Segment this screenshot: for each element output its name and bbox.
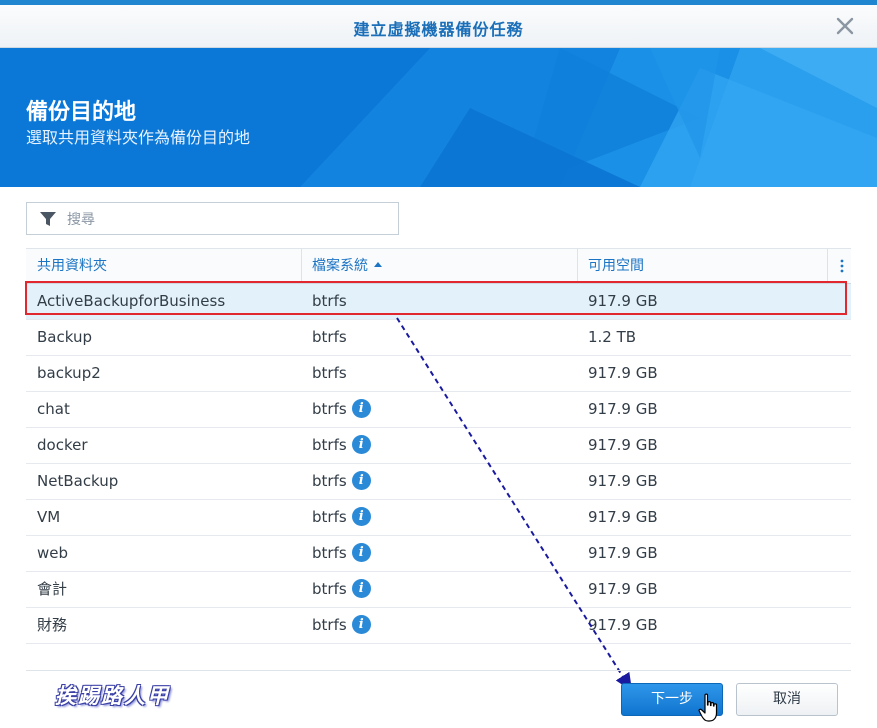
column-menu-icon[interactable] [837,259,847,273]
cell-file-system: btrfs i [301,392,577,427]
cell-free-space: 917.9 GB [588,292,658,310]
file-system-label: btrfs [312,472,347,490]
table-row[interactable]: NetBackup btrfs i 917.9 GB [26,464,851,500]
cell-free-space: 917.9 GB [588,616,658,634]
info-icon[interactable]: i [351,507,371,526]
banner-title: 備份目的地 [26,100,137,125]
info-icon[interactable]: i [351,435,371,454]
cell-file-system: btrfs i [301,500,577,535]
info-icon[interactable]: i [351,543,371,562]
cancel-button[interactable]: 取消 [736,683,838,716]
cell-free-space: 917.9 GB [588,580,658,598]
cell-file-system: btrfs i [301,572,577,607]
banner-subtitle: 選取共用資料夾作為備份目的地 [26,128,251,147]
table-row[interactable]: chat btrfs i 917.9 GB [26,392,851,428]
search-input[interactable] [65,208,389,232]
cell-shared-folder-name: VM [37,508,61,526]
cell-file-system: btrfs [301,356,577,391]
cell-shared-folder-name: backup2 [37,364,101,382]
column-header-label: 可用空間 [588,258,644,274]
filter-icon [40,212,56,226]
cell-free-space: 917.9 GB [588,364,658,382]
table-row[interactable]: web btrfs i 917.9 GB [26,536,851,572]
file-system-label: btrfs [312,436,347,454]
shared-folder-table: 共用資料夾 檔案系統 可用空間 ActiveBackupforBusiness b… [26,248,851,644]
sort-ascending-icon [374,261,382,267]
table-row[interactable]: 會計 btrfs i 917.9 GB [26,572,851,608]
table-row[interactable]: ActiveBackupforBusiness btrfs 917.9 GB [26,284,851,320]
table-row[interactable]: 財務 btrfs i 917.9 GB [26,608,851,644]
table-row[interactable]: docker btrfs i 917.9 GB [26,428,851,464]
column-header-file-system[interactable]: 檔案系統 [301,249,577,283]
file-system-label: btrfs [312,364,347,382]
header-banner: 備份目的地 選取共用資料夾作為備份目的地 [0,48,877,187]
file-system-label: btrfs [312,400,347,418]
close-icon[interactable] [835,16,855,36]
table-row[interactable]: Backup btrfs 1.2 TB [26,320,851,356]
file-system-label: btrfs [312,508,347,526]
table-row[interactable]: backup2 btrfs 917.9 GB [26,356,851,392]
cell-shared-folder-name: 財務 [37,616,68,634]
cell-shared-folder-name: 會計 [37,580,68,598]
column-divider[interactable] [827,249,828,283]
table-header: 共用資料夾 檔案系統 可用空間 [26,248,851,284]
window-title: 建立虛擬機器備份任務 [353,20,524,39]
info-icon[interactable]: i [351,615,371,634]
cell-file-system: btrfs i [301,608,577,643]
file-system-label: btrfs [312,292,347,310]
cell-file-system: btrfs [301,284,577,319]
cell-shared-folder-name: chat [37,400,70,418]
info-icon[interactable]: i [351,579,371,598]
table-body: ActiveBackupforBusiness btrfs 917.9 GB Back… [26,284,851,644]
cell-free-space: 917.9 GB [588,400,658,418]
column-header-shared-folder[interactable]: 共用資料夾 [26,249,301,283]
cell-shared-folder-name: docker [37,436,88,454]
file-system-label: btrfs [312,580,347,598]
watermark: 挨踢路人甲 [55,684,170,708]
cell-free-space: 917.9 GB [588,436,658,454]
cell-shared-folder-name: Backup [37,328,92,346]
column-header-label: 共用資料夾 [37,258,107,274]
info-icon[interactable]: i [351,471,371,490]
cell-file-system: btrfs i [301,536,577,571]
cell-shared-folder-name: NetBackup [37,472,119,490]
cell-shared-folder-name: ActiveBackupforBusiness [37,292,226,310]
cell-free-space: 1.2 TB [588,328,637,346]
title-bar: 建立虛擬機器備份任務 [0,5,877,48]
search-field[interactable] [26,202,399,235]
info-icon[interactable]: i [351,399,371,418]
cell-file-system: btrfs [301,320,577,355]
cell-free-space: 917.9 GB [588,544,658,562]
cell-shared-folder-name: web [37,544,69,562]
column-header-free-space[interactable]: 可用空間 [577,249,827,283]
column-header-label: 檔案系統 [312,258,368,274]
next-button[interactable]: 下一步 [621,683,723,716]
cell-free-space: 917.9 GB [588,508,658,526]
file-system-label: btrfs [312,616,347,634]
footer-divider [26,670,851,671]
table-row[interactable]: VM btrfs i 917.9 GB [26,500,851,536]
file-system-label: btrfs [312,544,347,562]
cell-file-system: btrfs i [301,428,577,463]
cell-free-space: 917.9 GB [588,472,658,490]
file-system-label: btrfs [312,328,347,346]
cell-file-system: btrfs i [301,464,577,499]
